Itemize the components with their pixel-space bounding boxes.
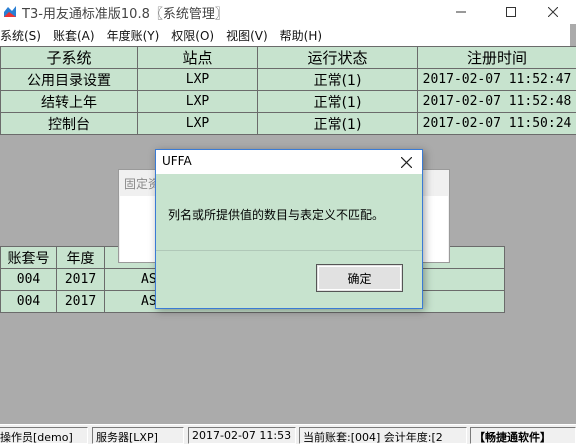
cell-register-time: 2017-02-07 11:50:24 xyxy=(417,112,576,135)
status-datetime: 2017-02-07 11:53 xyxy=(188,427,296,444)
close-icon xyxy=(548,7,558,17)
cell-year: 2017 xyxy=(56,268,105,291)
menu-permission[interactable]: 权限(O) xyxy=(165,27,220,44)
cell-status: 正常(1) xyxy=(257,90,418,113)
menu-bar: 系统(S) 账套(A) 年度账(Y) 权限(O) 视图(V) 帮助(H) xyxy=(0,24,570,46)
status-current-account: 当前账套:[004] 会计年度:[2 xyxy=(299,427,467,444)
menu-system[interactable]: 系统(S) xyxy=(0,27,47,44)
subsystem-table: 子系统 站点 运行状态 注册时间 公用目录设置 LXP 正常(1) 2017-0… xyxy=(0,46,576,135)
menu-help[interactable]: 帮助(H) xyxy=(274,27,328,44)
menu-view[interactable]: 视图(V) xyxy=(220,27,274,44)
cell-status: 正常(1) xyxy=(257,68,418,91)
message-box-close-button[interactable] xyxy=(394,152,418,172)
status-brand: 【畅捷通软件】 xyxy=(470,427,576,444)
message-box-title-bar: UFFA xyxy=(156,150,422,174)
cell-status: 正常(1) xyxy=(257,112,418,135)
cell-site: LXP xyxy=(137,68,258,91)
maximize-icon xyxy=(506,7,516,17)
maximize-button[interactable] xyxy=(488,0,534,24)
close-button[interactable] xyxy=(530,0,576,24)
column-header-register-time[interactable]: 注册时间 xyxy=(417,46,576,69)
minimize-icon xyxy=(456,11,466,13)
window-title: T3-用友通标准版10.8〖系统管理〗 xyxy=(22,7,228,22)
cell-account-no: 004 xyxy=(0,268,57,291)
table-row[interactable]: 公用目录设置 LXP 正常(1) 2017-02-07 11:52:47 xyxy=(0,68,576,91)
error-message-box: UFFA 列名或所提供值的数目与表定义不匹配。 确定 xyxy=(155,149,423,309)
title-bar: T3-用友通标准版10.8〖系统管理〗 xyxy=(0,0,576,24)
column-header-account-no[interactable]: 账套号 xyxy=(0,246,57,269)
menu-account[interactable]: 账套(A) xyxy=(47,27,101,44)
table-header-row: 子系统 站点 运行状态 注册时间 xyxy=(0,46,576,69)
cell-site: LXP xyxy=(137,112,258,135)
table-row[interactable]: 结转上年 LXP 正常(1) 2017-02-07 11:52:48 xyxy=(0,90,576,113)
message-box-title: UFFA xyxy=(162,154,192,168)
cell-register-time: 2017-02-07 11:52:48 xyxy=(417,90,576,113)
table-row[interactable]: 控制台 LXP 正常(1) 2017-02-07 11:50:24 xyxy=(0,112,576,135)
cell-site: LXP xyxy=(137,90,258,113)
status-server: 服务器[LXP] xyxy=(92,427,184,444)
ok-button[interactable]: 确定 xyxy=(316,264,403,292)
column-header-status[interactable]: 运行状态 xyxy=(257,46,418,69)
cell-subsystem: 公用目录设置 xyxy=(0,68,138,91)
cell-subsystem: 结转上年 xyxy=(0,90,138,113)
cell-subsystem: 控制台 xyxy=(0,112,138,135)
column-header-site[interactable]: 站点 xyxy=(137,46,258,69)
error-message-text: 列名或所提供值的数目与表定义不匹配。 xyxy=(168,208,385,222)
cell-register-time: 2017-02-07 11:52:47 xyxy=(417,68,576,91)
close-icon xyxy=(400,156,412,168)
status-operator: 操作员[demo] xyxy=(0,427,88,444)
cell-year: 2017 xyxy=(56,290,105,313)
cell-account-no: 004 xyxy=(0,290,57,313)
app-logo-icon xyxy=(4,6,16,17)
menu-annual-account[interactable]: 年度账(Y) xyxy=(101,27,166,44)
column-header-subsystem[interactable]: 子系统 xyxy=(0,46,138,69)
status-bar: 操作员[demo] 服务器[LXP] 2017-02-07 11:53 当前账套… xyxy=(0,424,576,444)
minimize-button[interactable] xyxy=(438,0,484,24)
column-header-year[interactable]: 年度 xyxy=(56,246,105,269)
